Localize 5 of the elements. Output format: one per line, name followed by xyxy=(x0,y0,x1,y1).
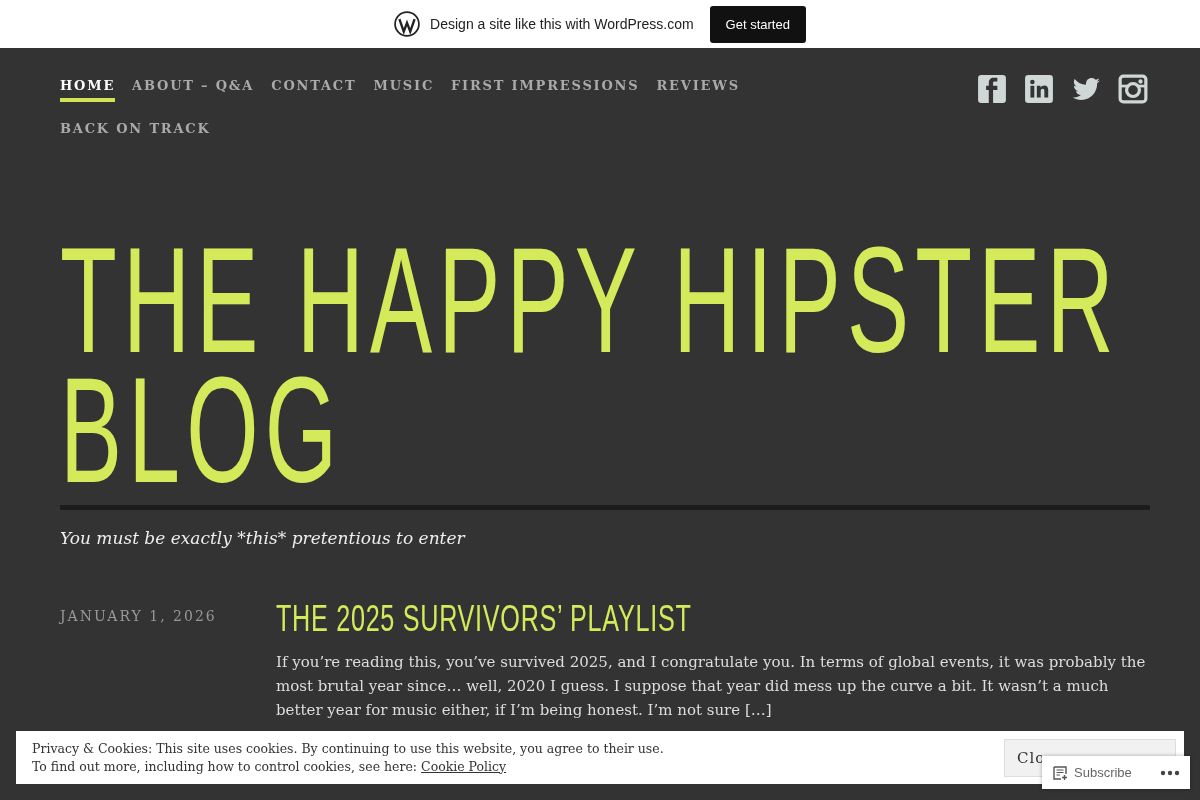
promo-text: Design a site like this with WordPress.com xyxy=(430,16,694,32)
site-tagline: You must be exactly *this* pretentious to enter xyxy=(60,528,467,548)
post-excerpt: If you’re reading this, you’ve survived 2025, and I congratulate you. In terms of global events, it was probably the most brutal year since… well, 2020 I guess. I suppose that year did mess up the curve a bit. It wasn’t a much better year for music either, if I’m being honest. I’m not sure […] xyxy=(276,652,1146,721)
cookie-notice-text: Privacy & Cookies: This site uses cookies. By continuing to use this website, you agree to their use. xyxy=(32,739,664,758)
cookie-notice-text: To find out more, including how to control cookies, see here: xyxy=(32,758,418,774)
